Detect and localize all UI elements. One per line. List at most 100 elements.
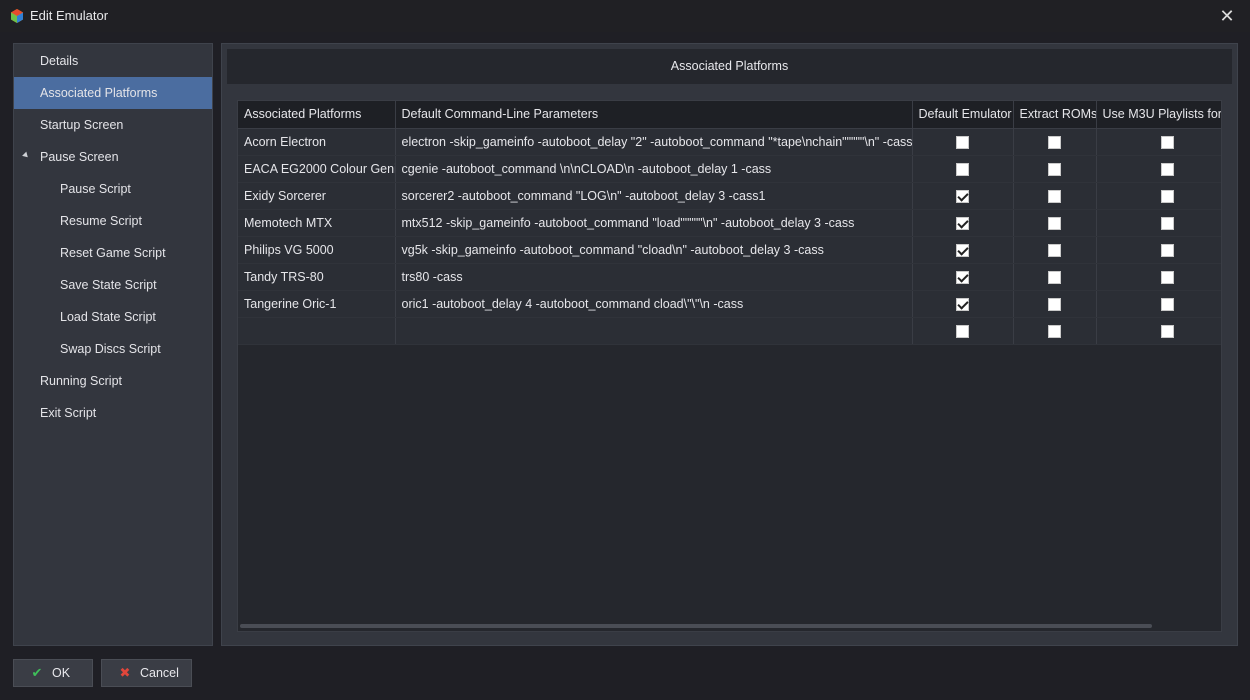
m3u-checkbox[interactable] — [1160, 243, 1174, 257]
column-header-extract-roms[interactable]: Extract ROMs — [1013, 101, 1097, 129]
m3u-checkbox[interactable] — [1160, 162, 1174, 176]
params-cell[interactable]: electron -skip_gameinfo -autoboot_delay … — [395, 128, 913, 156]
default-emulator-checkbox[interactable] — [956, 216, 969, 230]
m3u-checkbox-cell — [1096, 128, 1221, 156]
params-cell[interactable]: vg5k -skip_gameinfo -autoboot_command "c… — [395, 236, 913, 264]
extract-roms-checkbox-cell — [1013, 263, 1097, 291]
m3u-checkbox[interactable] — [1160, 216, 1174, 230]
m3u-checkbox-cell — [1096, 263, 1221, 291]
expand-caret-icon[interactable] — [22, 151, 30, 160]
params-cell[interactable]: cgenie -autoboot_command \n\nCLOAD\n -au… — [395, 155, 913, 183]
table-row[interactable]: Acorn Electron electron -skip_gameinfo -a… — [238, 128, 1221, 156]
table-row[interactable]: Memotech MTX mtx512 -skip_gameinfo -autob… — [238, 209, 1221, 237]
params-cell[interactable] — [395, 317, 913, 345]
extract-roms-checkbox[interactable] — [1048, 216, 1061, 230]
sidebar-item-label: Save State Script — [60, 278, 157, 292]
extract-roms-checkbox[interactable] — [1048, 324, 1061, 338]
m3u-checkbox[interactable] — [1160, 297, 1174, 311]
table-header-row: Associated Platforms Default Command-Lin… — [238, 101, 1221, 129]
m3u-checkbox[interactable] — [1160, 270, 1174, 284]
platforms-grid[interactable]: Associated Platforms Default Command-Lin… — [237, 100, 1222, 632]
sidebar-item-running-script[interactable]: Running Script — [14, 365, 212, 397]
default-emulator-checkbox[interactable] — [956, 243, 969, 257]
m3u-checkbox-cell — [1096, 290, 1221, 318]
close-icon: ✕ — [1219, 5, 1235, 26]
params-cell[interactable]: sorcerer2 -autoboot_command "LOG\n" -aut… — [395, 182, 913, 210]
extract-roms-checkbox[interactable] — [1048, 162, 1061, 176]
platform-cell[interactable] — [238, 317, 396, 345]
sidebar-item-label: Associated Platforms — [40, 86, 158, 100]
default-emulator-checkbox[interactable] — [956, 324, 969, 338]
extract-roms-checkbox[interactable] — [1048, 297, 1061, 311]
sidebar-item-label: Swap Discs Script — [60, 342, 161, 356]
column-header-default-emulator[interactable]: Default Emulator — [912, 101, 1014, 129]
sidebar-item-details[interactable]: Details — [14, 45, 212, 77]
platform-cell[interactable]: EACA EG2000 Colour Genie — [238, 155, 396, 183]
platforms-table: Associated Platforms Default Command-Lin… — [238, 101, 1221, 345]
sidebar-item-associated-platforms[interactable]: Associated Platforms — [14, 77, 212, 109]
table-row[interactable]: Exidy Sorcerer sorcerer2 -autoboot_comman… — [238, 182, 1221, 210]
sidebar-item-label: Details — [40, 54, 79, 68]
m3u-checkbox[interactable] — [1160, 324, 1174, 338]
sidebar-item-exit-script[interactable]: Exit Script — [14, 397, 212, 429]
m3u-checkbox[interactable] — [1160, 135, 1174, 149]
platform-cell[interactable]: Philips VG 5000 — [238, 236, 396, 264]
sidebar-item-pause-script[interactable]: Pause Script — [14, 173, 212, 205]
column-header-platforms[interactable]: Associated Platforms — [238, 101, 396, 129]
sidebar-item-label: Load State Script — [60, 310, 156, 324]
sidebar-item-pause-screen[interactable]: Pause Screen — [14, 141, 212, 173]
table-row[interactable]: EACA EG2000 Colour Genie cgenie -autoboot… — [238, 155, 1221, 183]
ok-button[interactable]: ✔ OK — [13, 659, 93, 687]
platform-cell[interactable]: Exidy Sorcerer — [238, 182, 396, 210]
column-header-m3u[interactable]: Use M3U Playlists for M — [1096, 101, 1221, 129]
sidebar-item-label: Startup Screen — [40, 118, 124, 132]
extract-roms-checkbox-cell — [1013, 128, 1097, 156]
horizontal-scrollbar[interactable] — [240, 624, 1152, 628]
cancel-button[interactable]: ✖ Cancel — [101, 659, 192, 687]
sidebar-item-swap-discs-script[interactable]: Swap Discs Script — [14, 333, 212, 365]
sidebar-item-label: Pause Screen — [40, 150, 119, 164]
extract-roms-checkbox-cell — [1013, 290, 1097, 318]
table-row[interactable]: Philips VG 5000 vg5k -skip_gameinfo -auto… — [238, 236, 1221, 264]
params-cell[interactable]: trs80 -cass — [395, 263, 913, 291]
extract-roms-checkbox-cell — [1013, 155, 1097, 183]
params-cell[interactable]: oric1 -autoboot_delay 4 -autoboot_comman… — [395, 290, 913, 318]
extract-roms-checkbox-cell — [1013, 182, 1097, 210]
extract-roms-checkbox[interactable] — [1048, 270, 1061, 284]
sidebar-item-load-state-script[interactable]: Load State Script — [14, 301, 212, 333]
platform-cell[interactable]: Memotech MTX — [238, 209, 396, 237]
table-body: Acorn Electron electron -skip_gameinfo -a… — [238, 128, 1221, 345]
extract-roms-checkbox-cell — [1013, 209, 1097, 237]
sidebar-item-label: Running Script — [40, 374, 122, 388]
default-emulator-checkbox[interactable] — [956, 270, 969, 284]
platform-cell[interactable]: Tandy TRS-80 — [238, 263, 396, 291]
close-button[interactable]: ✕ — [1204, 0, 1250, 32]
m3u-checkbox-cell — [1096, 155, 1221, 183]
platform-cell[interactable]: Tangerine Oric-1 — [238, 290, 396, 318]
default-emulator-checkbox-cell — [912, 236, 1014, 264]
sidebar-item-reset-game-script[interactable]: Reset Game Script — [14, 237, 212, 269]
m3u-checkbox[interactable] — [1160, 189, 1174, 203]
default-emulator-checkbox[interactable] — [956, 297, 969, 311]
page-title: Associated Platforms — [670, 59, 789, 73]
main-panel: Associated Platforms Associated Platform… — [221, 43, 1238, 646]
default-emulator-checkbox-cell — [912, 317, 1014, 345]
table-row[interactable] — [238, 317, 1221, 345]
default-emulator-checkbox[interactable] — [956, 189, 969, 203]
sidebar-item-label: Resume Script — [60, 214, 142, 228]
table-row[interactable]: Tangerine Oric-1 oric1 -autoboot_delay 4 … — [238, 290, 1221, 318]
default-emulator-checkbox[interactable] — [956, 162, 969, 176]
platform-cell[interactable]: Acorn Electron — [238, 128, 396, 156]
extract-roms-checkbox[interactable] — [1048, 135, 1061, 149]
sidebar-item-save-state-script[interactable]: Save State Script — [14, 269, 212, 301]
default-emulator-checkbox[interactable] — [956, 135, 969, 149]
sidebar-item-startup-screen[interactable]: Startup Screen — [14, 109, 212, 141]
params-cell[interactable]: mtx512 -skip_gameinfo -autoboot_command … — [395, 209, 913, 237]
extract-roms-checkbox[interactable] — [1048, 243, 1061, 257]
default-emulator-checkbox-cell — [912, 209, 1014, 237]
column-header-params[interactable]: Default Command-Line Parameters — [395, 101, 913, 129]
ok-label: OK — [52, 666, 71, 680]
sidebar-item-resume-script[interactable]: Resume Script — [14, 205, 212, 237]
extract-roms-checkbox[interactable] — [1048, 189, 1061, 203]
table-row[interactable]: Tandy TRS-80 trs80 -cass — [238, 263, 1221, 291]
